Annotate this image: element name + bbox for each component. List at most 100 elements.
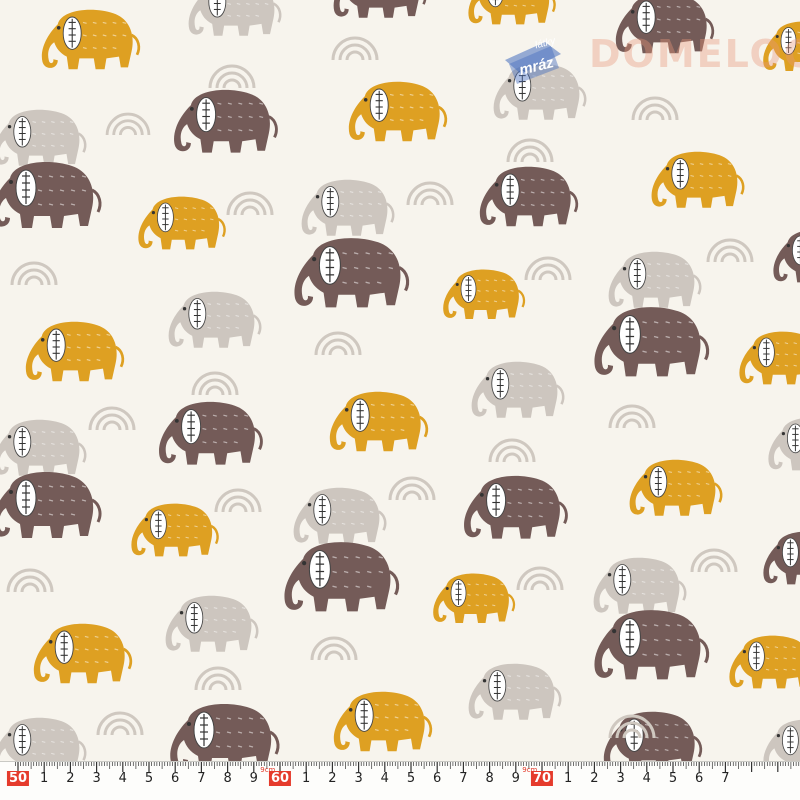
ruler-label: 3 — [92, 771, 101, 786]
elephant-14 — [479, 166, 579, 227]
elephant-7 — [0, 109, 87, 166]
ruler-label: 5 — [406, 771, 416, 786]
elephant-27 — [0, 419, 87, 476]
elephant-28 — [768, 418, 800, 471]
elephant-32 — [131, 503, 219, 557]
ruler-label: 4 — [118, 771, 127, 786]
elephant-12 — [138, 196, 226, 250]
elephant-47 — [763, 720, 800, 762]
elephant-25 — [159, 401, 263, 465]
rainbow-arc-10 — [706, 238, 754, 263]
ruler-label: 3 — [354, 771, 363, 786]
ruler-label: 1 — [40, 771, 49, 786]
elephant-43 — [333, 691, 433, 752]
ruler-label: 5 — [144, 771, 154, 786]
ruler-unit-mark: 9cm — [522, 766, 538, 774]
elephant-39 — [594, 610, 710, 680]
rainbow-arc-5 — [226, 191, 274, 216]
ruler-label: 5 — [668, 771, 678, 786]
fabric-pattern — [0, 0, 800, 762]
ruler-label: 6 — [171, 771, 180, 786]
elephant-45 — [0, 717, 87, 762]
watermark-brand: DOMELOOK.SK — [589, 32, 800, 76]
rainbow-arc-24 — [488, 438, 536, 463]
elephant-34 — [284, 542, 400, 612]
rainbow-arc-13 — [191, 371, 239, 396]
ruler-label: 4 — [642, 771, 651, 786]
ruler-unit-mark: 9cm — [260, 766, 276, 774]
rainbow-arc-6 — [10, 261, 58, 286]
elephant-41 — [729, 635, 800, 689]
elephant-30 — [629, 459, 723, 516]
elephant-1 — [41, 9, 141, 70]
elephant-31 — [464, 475, 568, 539]
ruler-label: 6 — [695, 771, 704, 786]
elephant-18 — [608, 251, 702, 308]
rainbow-arc-20 — [310, 636, 358, 661]
rainbow-arc-2 — [105, 112, 151, 136]
elephant-15 — [651, 151, 745, 208]
ruler-label: 1 — [564, 771, 573, 786]
rainbow-arc-11 — [314, 331, 362, 356]
elephant-37 — [593, 557, 687, 614]
rainbow-arc-15 — [388, 476, 436, 501]
rainbow-arc-16 — [214, 488, 262, 513]
elephant-21 — [594, 307, 710, 377]
rainbow-arc-4 — [506, 138, 554, 163]
rainbow-arc-9 — [631, 96, 679, 121]
rainbow-arc-19 — [690, 548, 738, 573]
rainbow-arc-12 — [88, 406, 136, 431]
rainbow-arc-1 — [331, 36, 379, 61]
elephant-29 — [0, 472, 102, 538]
watermark: látky mráz DOMELOOK.SK — [497, 30, 800, 96]
rainbow-arc-8 — [524, 256, 572, 281]
elephant-3 — [333, 0, 427, 18]
ruler-label: 50 — [6, 771, 30, 786]
elephant-16 — [294, 238, 410, 308]
elephant-17 — [443, 269, 526, 319]
measuring-tape: 50 1 2 3 4 5 6 7 8 9 60 1 2 3 4 5 6 7 8 9 70 1 2 3 4 5 6 7 9cm 9cm — [0, 761, 800, 800]
ruler-label: 1 — [302, 771, 311, 786]
ruler-label: 2 — [590, 771, 599, 786]
ruler-label: 7 — [459, 771, 468, 786]
elephant-19 — [773, 231, 800, 283]
rainbow-arc-3 — [208, 64, 256, 89]
elephant-4 — [468, 0, 556, 25]
ruler-label: 3 — [616, 771, 625, 786]
elephant-9 — [348, 81, 448, 142]
watermark-badge-icon: látky mráz — [499, 34, 565, 88]
ruler-label: 9 — [511, 771, 520, 786]
elephant-40 — [33, 623, 133, 684]
rainbow-arc-18 — [516, 566, 564, 591]
elephant-36 — [433, 573, 516, 623]
rainbow-arc-17 — [6, 568, 54, 593]
ruler-label: 7 — [721, 771, 730, 786]
ruler-label: 8 — [223, 771, 232, 786]
elephant-42 — [468, 663, 562, 720]
rainbow-arc-22 — [194, 666, 242, 691]
elephant-35 — [763, 532, 800, 585]
elephant-2 — [188, 0, 282, 36]
elephant-22 — [25, 321, 125, 382]
elephant-33 — [293, 487, 387, 544]
ruler-label: 2 — [328, 771, 337, 786]
ruler-label: 6 — [433, 771, 442, 786]
elephant-8 — [174, 89, 278, 153]
elephant-38 — [165, 595, 259, 652]
elephant-26 — [329, 391, 429, 452]
ruler-label: 9 — [249, 771, 258, 786]
elephant-23 — [739, 331, 800, 385]
ruler-label: 7 — [197, 771, 206, 786]
fabric-photo: látky mráz DOMELOOK.SK 50123456789601234… — [0, 0, 800, 800]
ruler-label: 8 — [485, 771, 494, 786]
elephant-44 — [170, 704, 280, 762]
rainbow-arc-14 — [608, 404, 656, 429]
elephant-11 — [0, 162, 102, 228]
elephant-24 — [471, 361, 565, 418]
elephant-20 — [168, 291, 262, 348]
ruler-label: 2 — [66, 771, 75, 786]
ruler-label: 4 — [380, 771, 389, 786]
rainbow-arc-21 — [96, 711, 144, 736]
elephant-13 — [301, 179, 395, 236]
rainbow-arc-7 — [406, 181, 454, 206]
